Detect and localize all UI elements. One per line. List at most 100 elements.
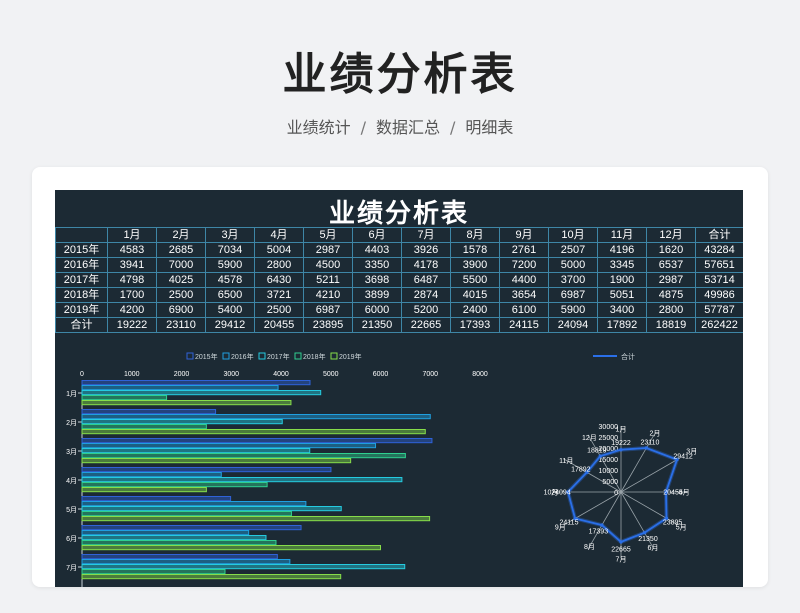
table-cell: 2500 (156, 287, 206, 303)
table-row: 2016年 3941 7000 5900 2800 4500 3350 4178 3900 720… (55, 257, 743, 273)
bar (81, 545, 381, 551)
table-cell: 4200 (107, 302, 157, 318)
x-tick-label: 0 (80, 371, 84, 378)
table-cell: 4025 (156, 272, 206, 288)
y-category-label: 7月 (66, 564, 77, 572)
bar (81, 409, 217, 415)
column-header: 3月 (205, 227, 255, 243)
table-cell: 5400 (205, 302, 255, 318)
bar (81, 501, 307, 507)
table-cell: 3698 (352, 272, 402, 288)
radar-category-label: 6月 (648, 544, 659, 552)
legend-item: 2015年 (186, 352, 218, 361)
column-header: 7月 (401, 227, 451, 243)
table-cell: 5200 (401, 302, 451, 318)
legend-label: 2018年 (303, 352, 326, 361)
table-cell: 6487 (401, 272, 451, 288)
radar-category-label: 11月 (559, 457, 573, 465)
radar-point (619, 448, 623, 452)
bar (81, 385, 279, 391)
radar-category-label: 3月 (686, 448, 697, 456)
table-cell: 53714 (695, 272, 743, 288)
radar-category-label: 5月 (676, 523, 687, 531)
table-cell: 3700 (548, 272, 598, 288)
legend-item: 2016年 (222, 352, 254, 361)
radar-tick-label: 0 (614, 490, 618, 497)
y-category-label: 4月 (66, 477, 77, 485)
bar (81, 419, 283, 425)
y-category-label: 2月 (66, 419, 77, 427)
legend-swatch (330, 352, 338, 360)
table-cell: 5211 (303, 272, 353, 288)
table-cell: 57651 (695, 257, 743, 273)
x-tick-label: 3000 (223, 371, 239, 378)
table-cell: 2987 (303, 242, 353, 258)
table-cell: 6537 (646, 257, 696, 273)
table-cell: 2400 (450, 302, 500, 318)
legend-swatch (186, 352, 194, 360)
table-cell: 2507 (548, 242, 598, 258)
legend-label: 2019年 (339, 352, 362, 361)
table-cell: 1578 (450, 242, 500, 258)
radar-category-label: 4月 (679, 489, 690, 497)
table-cell: 3400 (597, 302, 647, 318)
bar (81, 516, 431, 522)
radar-point (600, 523, 604, 527)
table-cell: 2500 (254, 302, 304, 318)
x-tick-label: 7000 (422, 371, 438, 378)
table-cell: 5051 (597, 287, 647, 303)
y-category-label: 6月 (66, 535, 77, 543)
bar (81, 443, 377, 449)
table-cell: 4196 (597, 242, 647, 258)
table-cell: 7000 (156, 257, 206, 273)
row-label: 2017年 (55, 272, 108, 288)
radar-data-label: 22665 (611, 546, 631, 553)
row-label: 合计 (55, 317, 108, 333)
column-header: 9月 (499, 227, 549, 243)
radar-data-label: 21350 (638, 536, 658, 543)
column-header: 1月 (107, 227, 157, 243)
table-cell: 1620 (646, 242, 696, 258)
row-label: 2015年 (55, 242, 108, 258)
table-cell: 5500 (450, 272, 500, 288)
radar-category-label: 8月 (584, 543, 595, 551)
table-cell: 3345 (597, 257, 647, 273)
page-title: 业绩分析表 (282, 49, 518, 100)
table-cell: 2800 (646, 302, 696, 318)
table-cell: 6100 (499, 302, 549, 318)
table-cell: 4500 (303, 257, 353, 273)
table-cell: 49986 (695, 287, 743, 303)
legend-label: 合计 (621, 352, 635, 361)
preview-card: 业绩分析表 1月 2月 3月 4月 5月 6月 7月 8月 9月 10月 11月 12月 合计 2015… (32, 167, 768, 587)
radar-category-label: 10月 (544, 489, 559, 497)
y-category-label: 1月 (66, 390, 77, 398)
bar (81, 530, 250, 536)
column-header: 12月 (646, 227, 696, 243)
sheet-title: 业绩分析表 (328, 199, 469, 229)
breadcrumb-item-detail: 明细表 (465, 118, 514, 137)
x-tick-label: 5000 (323, 371, 339, 378)
table-cell: 3941 (107, 257, 157, 273)
table-cell: 5004 (254, 242, 304, 258)
table-cell: 3926 (401, 242, 451, 258)
bar (81, 554, 278, 560)
table-cell: 2874 (401, 287, 451, 303)
bar (81, 540, 277, 546)
breadcrumb-item-summary[interactable]: 数据汇总 (376, 118, 440, 137)
table-cell: 4583 (107, 242, 157, 258)
bar (81, 535, 267, 541)
breadcrumb-item-stats[interactable]: 业绩统计 (287, 118, 351, 137)
table-cell: 7200 (499, 257, 549, 273)
bar (81, 559, 291, 565)
radar-data-label: 17393 (589, 529, 609, 536)
bar (81, 482, 268, 488)
bar (81, 564, 406, 570)
table-cell: 6430 (254, 272, 304, 288)
column-header: 8月 (450, 227, 500, 243)
radar-category-label: 7月 (616, 555, 627, 563)
column-header: 4月 (254, 227, 304, 243)
table-cell: 23895 (303, 317, 353, 333)
table-cell: 6500 (205, 287, 255, 303)
table-cell: 17892 (597, 317, 647, 333)
breadcrumb: 业绩统计 / 数据汇总 / 明细表 (0, 114, 800, 138)
